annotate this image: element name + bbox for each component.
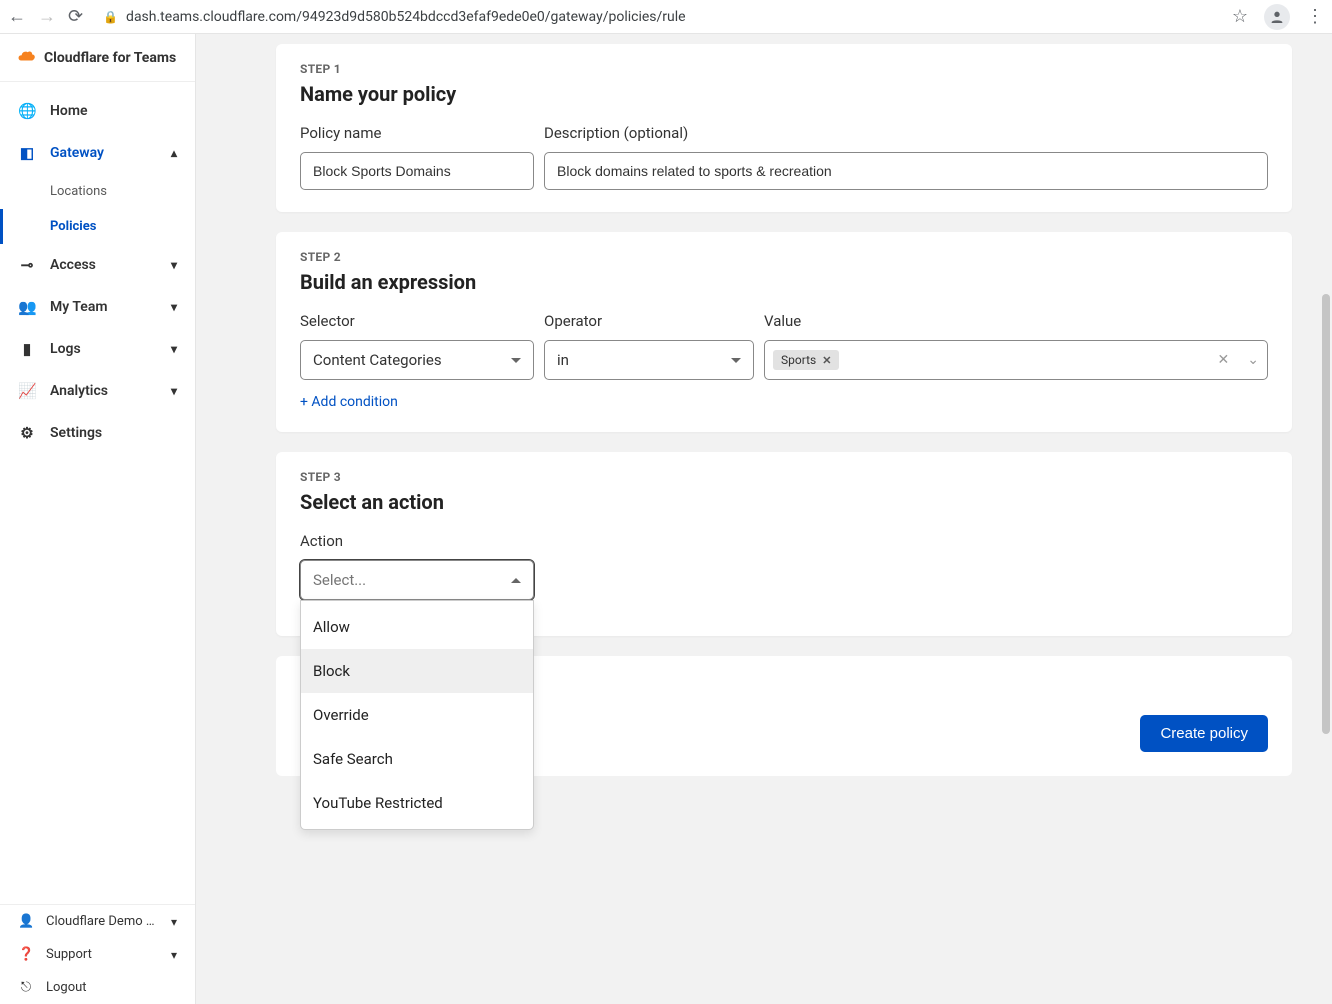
sidebar-item-myteam[interactable]: 👥 My Team ▾ (0, 286, 195, 328)
account-switcher[interactable]: 👤 Cloudflare Demo d… ▾ (0, 905, 195, 938)
action-option-safesearch[interactable]: Safe Search (301, 737, 533, 781)
profile-avatar[interactable] (1264, 4, 1290, 30)
step1-title: Name your policy (300, 82, 1268, 106)
cloudflare-icon (18, 48, 36, 67)
main-nav: 🌐 Home ◧ Gateway ▴ Locations Policies ⊸ … (0, 82, 195, 904)
selector-dropdown[interactable]: Content Categories (300, 340, 534, 380)
user-icon: 👤 (18, 914, 34, 929)
tag-remove-icon[interactable]: ✕ (822, 354, 831, 367)
chevron-down-icon: ▾ (171, 915, 177, 929)
gateway-icon: ◧ (18, 144, 36, 162)
reload-icon[interactable]: ⟳ (68, 8, 83, 26)
action-dropdown[interactable]: Select... Allow Block Override Safe Sear… (300, 560, 534, 600)
logout-icon: ⎋ (18, 980, 34, 995)
action-dropdown-menu: Allow Block Override Safe Search YouTube… (300, 600, 534, 830)
step3-label: STEP 3 (300, 470, 1268, 484)
sidebar-subitem-policies[interactable]: Policies (50, 209, 195, 244)
lock-icon: 🔒 (103, 10, 118, 24)
chevron-down-icon: ▾ (171, 342, 177, 356)
operator-label: Operator (544, 312, 754, 330)
sidebar-item-label: Gateway (50, 145, 104, 161)
step1-label: STEP 1 (300, 62, 1268, 76)
policy-desc-input[interactable] (544, 152, 1268, 190)
sidebar-subitem-locations[interactable]: Locations (50, 174, 195, 209)
sidebar-item-label: Home (50, 103, 88, 119)
chevron-up-icon: ▴ (171, 146, 177, 160)
value-multiselect[interactable]: Sports ✕ ✕ ⌄ (764, 340, 1268, 380)
sidebar-item-label: Access (50, 257, 96, 273)
policy-name-input[interactable] (300, 152, 534, 190)
brand-title: Cloudflare for Teams (44, 50, 176, 66)
browser-toolbar: ← → ⟳ 🔒 dash.teams.cloudflare.com/94923d… (0, 0, 1332, 34)
chevron-down-icon: ▾ (171, 258, 177, 272)
sidebar-item-label: Settings (50, 425, 102, 441)
sidebar: Cloudflare for Teams 🌐 Home ◧ Gateway ▴ … (0, 34, 196, 1004)
step2-label: STEP 2 (300, 250, 1268, 264)
chevron-down-icon: ▾ (171, 948, 177, 962)
sidebar-item-settings[interactable]: ⚙ Settings (0, 412, 195, 454)
brand-header[interactable]: Cloudflare for Teams (0, 34, 195, 82)
create-policy-button[interactable]: Create policy (1140, 715, 1268, 752)
sidebar-item-label: Logs (50, 341, 81, 357)
support-link[interactable]: ❓ Support ▾ (0, 938, 195, 971)
chevron-down-icon: ▾ (171, 384, 177, 398)
forward-icon[interactable]: → (38, 8, 56, 26)
value-tag: Sports ✕ (773, 350, 839, 370)
step1-card: STEP 1 Name your policy Policy name Desc… (276, 44, 1292, 212)
policy-desc-label: Description (optional) (544, 124, 1268, 142)
action-option-youtube[interactable]: YouTube Restricted (301, 781, 533, 825)
logout-link[interactable]: ⎋ Logout (0, 971, 195, 1004)
add-condition-link[interactable]: + Add condition (300, 394, 1268, 410)
step2-title: Build an expression (300, 270, 1268, 294)
sidebar-item-label: Analytics (50, 383, 108, 399)
value-label: Value (764, 312, 1268, 330)
access-icon: ⊸ (18, 256, 36, 274)
sidebar-item-analytics[interactable]: 📈 Analytics ▾ (0, 370, 195, 412)
logs-icon: ▮ (18, 340, 36, 358)
sidebar-item-access[interactable]: ⊸ Access ▾ (0, 244, 195, 286)
url-text: dash.teams.cloudflare.com/94923d9d580b52… (126, 9, 686, 25)
analytics-icon: 📈 (18, 382, 36, 400)
team-icon: 👥 (18, 298, 36, 316)
operator-dropdown[interactable]: in (544, 340, 754, 380)
gear-icon: ⚙ (18, 424, 36, 442)
main-content: STEP 1 Name your policy Policy name Desc… (196, 34, 1332, 1004)
step3-card: STEP 3 Select an action Action Select...… (276, 452, 1292, 636)
caret-up-icon (511, 578, 521, 583)
sidebar-footer: 👤 Cloudflare Demo d… ▾ ❓ Support ▾ ⎋ Log… (0, 904, 195, 1004)
policy-name-label: Policy name (300, 124, 534, 142)
action-label: Action (300, 532, 534, 550)
sidebar-item-gateway[interactable]: ◧ Gateway ▴ (0, 132, 195, 174)
action-option-block[interactable]: Block (301, 649, 533, 693)
globe-icon: 🌐 (18, 102, 36, 120)
clear-icon[interactable]: ✕ (1218, 352, 1230, 368)
selector-label: Selector (300, 312, 534, 330)
scrollbar-thumb[interactable] (1322, 294, 1330, 734)
step3-title: Select an action (300, 490, 1268, 514)
help-icon: ❓ (18, 947, 34, 962)
sidebar-item-home[interactable]: 🌐 Home (0, 90, 195, 132)
bookmark-star-icon[interactable]: ☆ (1232, 6, 1248, 27)
chevron-down-icon: ▾ (171, 300, 177, 314)
back-icon[interactable]: ← (8, 8, 26, 26)
caret-down-icon (731, 358, 741, 363)
action-option-allow[interactable]: Allow (301, 605, 533, 649)
browser-menu-icon[interactable]: ⋮ (1306, 6, 1324, 27)
step2-card: STEP 2 Build an expression Selector Cont… (276, 232, 1292, 432)
sidebar-item-logs[interactable]: ▮ Logs ▾ (0, 328, 195, 370)
sidebar-item-label: My Team (50, 299, 108, 315)
caret-down-icon (511, 358, 521, 363)
action-option-override[interactable]: Override (301, 693, 533, 737)
address-bar[interactable]: 🔒 dash.teams.cloudflare.com/94923d9d580b… (95, 9, 1220, 25)
chevron-down-icon[interactable]: ⌄ (1247, 352, 1259, 368)
